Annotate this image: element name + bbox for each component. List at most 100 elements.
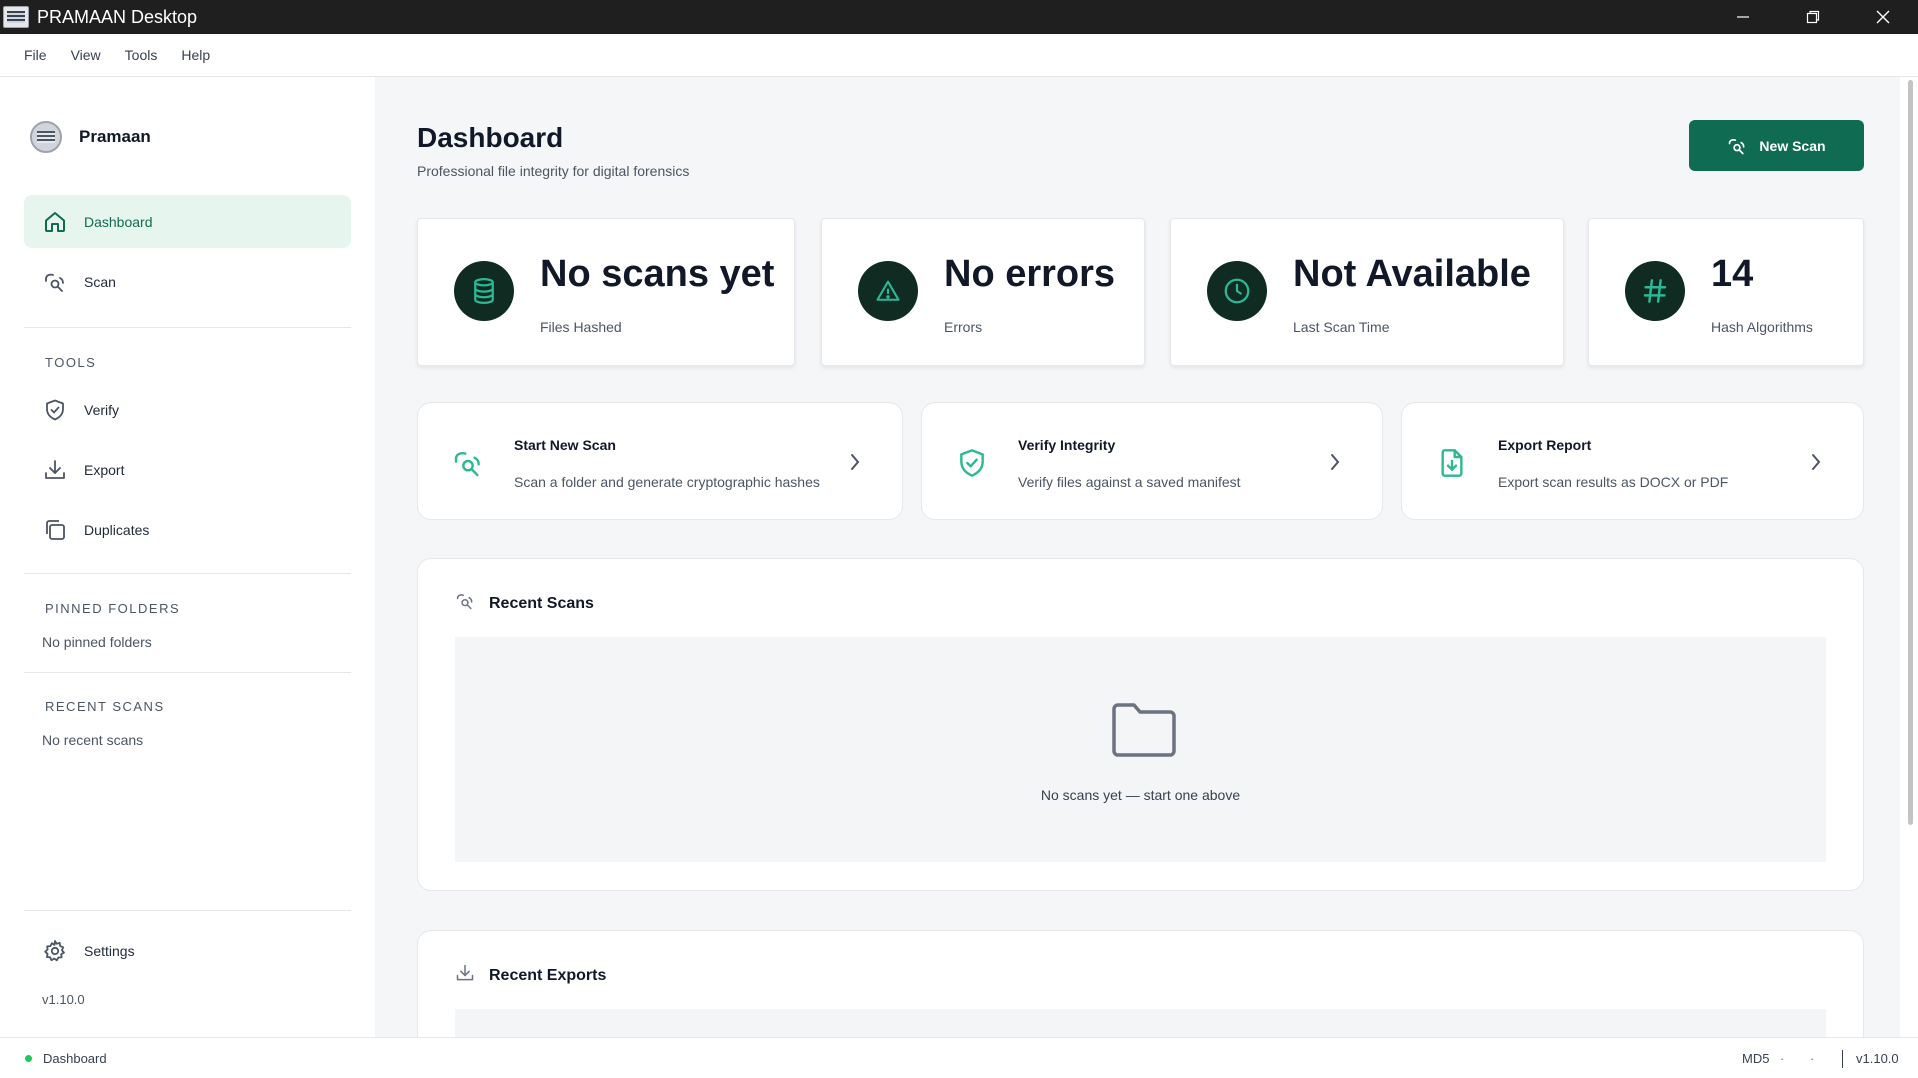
app-icon [3,6,29,28]
sidebar-item-settings[interactable]: Settings [24,924,351,977]
page-subtitle: Professional file integrity for digital … [417,163,690,179]
close-button[interactable] [1848,0,1918,34]
new-scan-label: New Scan [1759,137,1826,154]
folder-icon [1110,699,1178,764]
database-icon [454,261,514,321]
copy-icon [42,517,68,543]
file-download-icon [1436,447,1468,484]
menu-bar: File View Tools Help [0,34,1918,77]
stat-card-last-scan-time: Not Available Last Scan Time [1170,218,1564,366]
action-description: Export scan results as DOCX or PDF [1498,474,1729,490]
sidebar-item-label: Duplicates [84,521,150,538]
sidebar-divider [24,327,351,328]
sidebar-item-label: Export [84,461,125,478]
export-report-card[interactable]: Export Report Export scan results as DOC… [1401,402,1864,520]
minimize-icon [1737,16,1749,18]
clock-icon [1207,261,1267,321]
menu-tools[interactable]: Tools [113,47,170,63]
sidebar-item-label: Settings [84,942,135,959]
action-title: Start New Scan [514,437,616,453]
stat-value: No errors [944,253,1116,295]
main-scrollbar[interactable] [1908,80,1913,825]
stat-label: Files Hashed [540,319,622,335]
sidebar-item-duplicates[interactable]: Duplicates [24,503,351,556]
pinned-folders-empty: No pinned folders [42,634,152,650]
scan-icon [452,447,484,484]
section-title: Recent Scans [489,594,594,612]
sidebar-item-scan[interactable]: Scan [24,255,351,308]
section-header: Recent Exports [455,963,606,988]
brand: Pramaan [30,121,151,153]
recent-scans-empty-state: No scans yet — start one above [455,637,1826,862]
verify-integrity-card[interactable]: Verify Integrity Verify files against a … [921,402,1383,520]
pinned-folders-heading: PINNED FOLDERS [45,601,181,616]
window-title: PRAMAAN Desktop [37,6,198,27]
sidebar-item-label: Dashboard [84,213,153,230]
sidebar-item-export[interactable]: Export [24,443,351,496]
window-controls [1708,0,1918,34]
sidebar-item-dashboard[interactable]: Dashboard [24,195,351,248]
status-page: Dashboard [43,1050,107,1066]
recent-scans-empty: No recent scans [42,732,144,748]
download-icon [42,457,68,483]
hash-icon [1625,261,1685,321]
menu-view[interactable]: View [59,47,113,63]
restore-icon [1806,10,1820,24]
recent-exports-area [455,1009,1826,1037]
tools-heading: TOOLS [45,355,97,370]
chevron-right-icon [1809,452,1823,477]
gear-icon [42,938,68,964]
shield-check-icon [956,447,988,484]
stat-label: Errors [944,319,983,335]
section-header: Recent Scans [455,591,594,616]
stat-value: 14 [1711,253,1754,295]
stat-label: Hash Algorithms [1711,319,1813,335]
sidebar-divider [24,573,351,574]
scan-icon [42,269,68,295]
menu-help[interactable]: Help [169,47,222,63]
stat-value: Not Available [1293,253,1531,295]
chevron-right-icon [1328,452,1342,477]
minimize-button[interactable] [1708,0,1778,34]
close-icon [1876,10,1890,24]
action-description: Scan a folder and generate cryptographic… [514,474,820,490]
title-bar: PRAMAAN Desktop [0,0,1918,34]
shield-check-icon [42,397,68,423]
new-scan-button[interactable]: New Scan [1689,120,1864,171]
status-bar: Dashboard MD5 · · v1.10.0 [0,1037,1918,1078]
sidebar-item-label: Verify [84,401,120,418]
stat-card-hash-algorithms: 14 Hash Algorithms [1588,218,1864,366]
download-icon [455,963,475,988]
status-separator: · [1810,1050,1815,1066]
sidebar-version: v1.10.0 [42,992,85,1007]
status-algorithm: MD5 [1742,1050,1770,1066]
action-description: Verify files against a saved manifest [1018,474,1241,490]
menu-file[interactable]: File [12,47,59,63]
stat-card-errors: No errors Errors [821,218,1145,366]
scan-icon [1727,136,1747,156]
status-divider [1842,1050,1843,1068]
section-title: Recent Exports [489,966,607,984]
sidebar-divider [24,910,351,911]
stat-label: Last Scan Time [1293,319,1390,335]
status-separator: · [1780,1050,1785,1066]
recent-scans-heading: RECENT SCANS [45,699,165,714]
restore-button[interactable] [1778,0,1848,34]
warning-icon [858,261,918,321]
empty-message: No scans yet — start one above [1040,787,1241,803]
home-icon [42,209,68,235]
sidebar-item-verify[interactable]: Verify [24,383,351,436]
recent-scans-section: Recent Scans No scans yet — start one ab… [417,558,1864,891]
recent-exports-section: Recent Exports [417,930,1864,1037]
chevron-right-icon [848,452,862,477]
scan-icon [455,591,475,616]
main-content: Dashboard Professional file integrity fo… [375,77,1900,1037]
page-title: Dashboard [417,122,564,153]
start-new-scan-card[interactable]: Start New Scan Scan a folder and generat… [417,402,903,520]
action-title: Export Report [1498,437,1592,453]
sidebar-item-label: Scan [84,273,116,290]
stat-value: No scans yet [540,253,775,295]
status-version: v1.10.0 [1856,1050,1899,1066]
stat-card-files-hashed: No scans yet Files Hashed [417,218,795,366]
status-indicator [25,1055,32,1062]
